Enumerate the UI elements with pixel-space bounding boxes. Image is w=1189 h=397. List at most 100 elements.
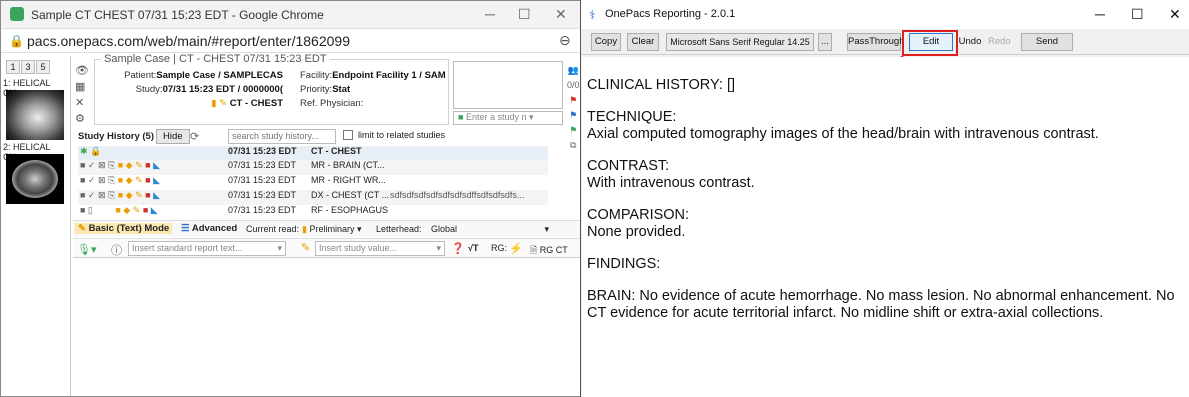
report-text-area[interactable] — [73, 259, 582, 396]
copy-button[interactable]: Copy — [591, 33, 621, 51]
row-date: 07/31 15:23 EDT — [228, 175, 297, 185]
thumbnail-2[interactable] — [6, 154, 64, 204]
basic-mode-label: Basic (Text) Mode — [88, 223, 170, 234]
study-value-select[interactable]: Insert study value... ▾ — [315, 241, 445, 256]
report-document[interactable]: CLINICAL HISTORY: [] TECHNIQUE: Axial com… — [582, 57, 1189, 397]
comparison-text: None provided. — [587, 224, 686, 240]
current-read-label: Current read: — [246, 224, 300, 234]
lock-icon: 🔒 — [9, 34, 24, 48]
study-value: 07/31 15:23 EDT / 0000000( — [162, 84, 283, 95]
history-table: ✱ 🔒 07/31 15:23 EDT CT - CHEST ■ ✓ ⊠ ⎘ ■ ◆… — [78, 146, 548, 220]
minimize-icon[interactable]: ─ — [1095, 6, 1105, 22]
notes-box[interactable] — [453, 61, 563, 109]
font-size-icon[interactable]: √T — [468, 243, 478, 253]
address-bar[interactable]: 🔒 pacs.onepacs.com/web/main/#report/ente… — [1, 29, 582, 53]
pencil-icon[interactable]: ✎ — [301, 241, 310, 254]
zoom-icon[interactable]: ⊖ — [559, 32, 571, 49]
counter-text: 0/0 — [567, 80, 580, 90]
current-read-value: Preliminary — [309, 224, 355, 234]
redo-button[interactable]: Redo — [987, 33, 1011, 51]
standard-text-select[interactable]: Insert standard report text... ▾ — [128, 241, 286, 256]
lightning-icon[interactable]: ⚡ — [509, 242, 523, 255]
passthrough-button[interactable]: PassThrough — [847, 33, 905, 51]
row-date: 07/31 15:23 EDT — [228, 190, 297, 200]
row-date: 07/31 15:23 EDT — [228, 205, 297, 215]
font-selector[interactable]: Microsoft Sans Serif Regular 14.25 — [666, 33, 814, 51]
history-label: Study History (5) — [78, 131, 155, 142]
series-thumbnails: 135 1: HELICAL CH... 2: HELICAL CH... — [1, 56, 71, 396]
flag-blue-icon[interactable]: ⚑ — [567, 108, 580, 123]
side-tools: 👁 ▦ ✕ ⚙ — [75, 63, 89, 127]
clinical-history: CLINICAL HISTORY: [] — [587, 77, 736, 93]
study-search-input[interactable]: ■ Enter a study n ▾ — [453, 111, 563, 125]
current-read-select[interactable]: ▮ Preliminary ▾ — [302, 224, 362, 235]
send-button[interactable]: Send — [1021, 33, 1073, 51]
chrome-window: Sample CT CHEST 07/31 15:23 EDT - Google… — [0, 0, 583, 397]
onepacs-title: OnePacs Reporting - 2.0.1 — [605, 8, 736, 20]
maximize-icon[interactable]: ☐ — [1131, 6, 1144, 23]
undo-button[interactable]: Undo — [957, 33, 983, 51]
standard-text-placeholder: Insert standard report text... — [132, 243, 243, 253]
thumbnail-1[interactable] — [6, 90, 64, 140]
flag-red-icon[interactable]: ⚑ — [567, 93, 580, 108]
close-icon[interactable]: ✕ — [1169, 6, 1181, 23]
table-row[interactable]: ■ ▯ ■ ◆ ✎ ■ ◣ 07/31 15:23 EDT RF - ESOPHAG… — [78, 205, 548, 220]
settings-icon[interactable]: ⚙ — [75, 111, 89, 127]
page-5[interactable]: 5 — [36, 60, 50, 74]
onepacs-logo-icon: ⚕ — [589, 8, 596, 22]
technique-text: Axial computed tomography images of the … — [587, 126, 1099, 142]
table-row[interactable]: ■ ✓ ⊠ ⎘ ■ ◆ ✎ ■ ◣ 07/31 15:23 EDT DX - CHE… — [78, 190, 548, 205]
rg-ct-button[interactable]: 🗎 RG CT — [530, 243, 568, 259]
row-desc: MR - BRAIN (CT... — [311, 160, 385, 170]
letterhead-label: Letterhead: — [376, 224, 422, 234]
eye-icon[interactable]: 👁 — [75, 63, 89, 79]
grid-icon[interactable]: ▦ — [75, 79, 89, 95]
minimize-icon[interactable]: ─ — [485, 6, 495, 22]
insert-bar: 🎙▾ ⓘ Insert standard report text... ▾ ✎ I… — [73, 238, 582, 258]
hide-button[interactable]: Hide — [156, 129, 190, 144]
table-row[interactable]: ■ ✓ ⊠ ⎘ ■ ◆ ✎ ■ ◣ 07/31 15:23 EDT MR - BRA… — [78, 160, 548, 175]
table-row[interactable]: ■ ✓ ⊠ ⎘ ■ ◆ ✎ ■ ◣ 07/31 15:23 EDT MR - RIG… — [78, 175, 548, 190]
row-desc: DX - CHEST (CT ... — [311, 190, 390, 200]
page-1[interactable]: 1 — [6, 60, 20, 74]
enter-study-text: Enter a study n — [465, 112, 527, 122]
study-value-placeholder: Insert study value... — [319, 243, 398, 253]
letterhead-select[interactable]: Global ▾ — [431, 224, 549, 235]
history-search-input[interactable]: search study history... — [228, 129, 336, 144]
chrome-titlebar: Sample CT CHEST 07/31 15:23 EDT - Google… — [1, 1, 582, 29]
help-icon[interactable]: ❓ — [451, 242, 465, 255]
maximize-icon[interactable]: ☐ — [518, 6, 531, 23]
table-row[interactable]: ✱ 🔒 07/31 15:23 EDT CT - CHEST — [78, 146, 548, 160]
advanced-mode-tab[interactable]: ☰ Advanced — [181, 223, 237, 234]
findings-heading: FINDINGS: — [587, 256, 661, 272]
font-dialog-button[interactable]: ... — [818, 33, 832, 51]
rg-label: RG: — [491, 243, 508, 253]
row-desc: RF - ESOPHAGUS — [311, 205, 389, 215]
mic-icon[interactable]: 🎙▾ — [77, 243, 97, 256]
refresh-icon[interactable]: ⟳ — [190, 130, 199, 143]
flag-column: 👥 0/0 ⚑ ⚑ ⚑ ⧉ — [567, 63, 580, 153]
group-icon[interactable]: 👥 — [567, 63, 580, 78]
copy-icon[interactable]: ⧉ — [567, 138, 580, 153]
row-date: 07/31 15:23 EDT — [228, 146, 297, 156]
app-icon — [10, 7, 24, 21]
facility-label: Facility: — [300, 70, 333, 81]
basic-mode-tab[interactable]: ✎ Basic (Text) Mode — [75, 223, 173, 234]
brain-findings: BRAIN: No evidence of acute hemorrhage. … — [587, 288, 1175, 321]
row-desc: CT - CHEST — [311, 146, 362, 156]
history-bar: Study History (5) Hide ⟳ search study hi… — [78, 129, 563, 145]
limit-label: limit to related studies — [358, 130, 446, 140]
url-text[interactable]: pacs.onepacs.com/web/main/#report/enter/… — [27, 33, 350, 49]
limit-checkbox[interactable] — [343, 130, 353, 140]
onepacs-titlebar: ⚕ OnePacs Reporting - 2.0.1 ─ ☐ ✕ — [581, 0, 1189, 29]
info-icon[interactable]: ⓘ — [111, 242, 122, 258]
flag-green-icon[interactable]: ⚑ — [567, 123, 580, 138]
x-icon[interactable]: ✕ — [75, 95, 89, 111]
close-icon[interactable]: ✕ — [555, 6, 567, 23]
contrast-text: With intravenous contrast. — [587, 175, 755, 191]
clear-button[interactable]: Clear — [627, 33, 659, 51]
page-3[interactable]: 3 — [21, 60, 35, 74]
advanced-mode-label: Advanced — [191, 223, 238, 234]
priority-value: Stat — [332, 84, 351, 95]
study-label: Study: — [135, 84, 163, 95]
